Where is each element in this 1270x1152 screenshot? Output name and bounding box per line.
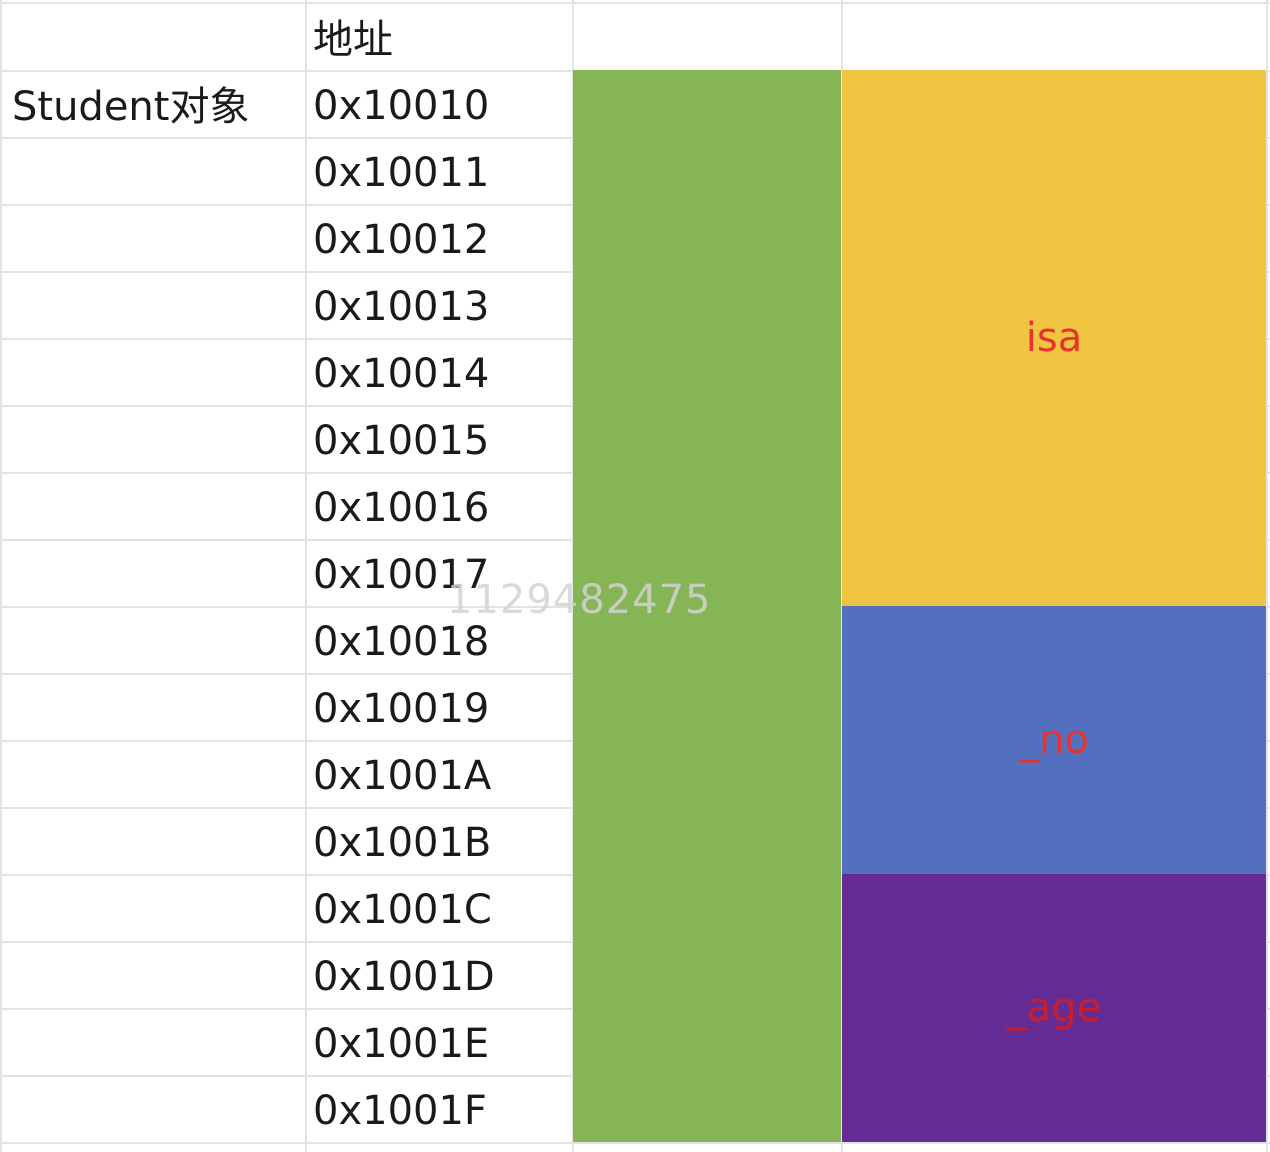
grid-row-line bbox=[0, 2, 1270, 4]
object-label: Student对象 bbox=[12, 84, 250, 130]
address-cell: 0x1001F bbox=[313, 1088, 487, 1134]
address-cell: 0x10012 bbox=[313, 217, 490, 263]
grid-row-line bbox=[0, 1142, 1270, 1144]
address-cell: 0x10016 bbox=[313, 485, 490, 531]
address-cell: 0x10015 bbox=[313, 418, 490, 464]
address-cell: 0x1001E bbox=[313, 1021, 490, 1067]
address-cell: 0x10013 bbox=[313, 284, 490, 330]
address-column-header: 地址 bbox=[313, 17, 393, 63]
field-label: _no bbox=[1019, 717, 1089, 763]
address-cell: 0x1001A bbox=[313, 753, 492, 799]
field-label: isa bbox=[1025, 315, 1083, 361]
address-cell: 0x10010 bbox=[313, 83, 490, 129]
address-cell: 0x10014 bbox=[313, 351, 490, 397]
spreadsheet: 地址 Student对象 0x10010 0x10011 0x10012 0x1001… bbox=[0, 0, 1270, 1152]
address-cell: 0x1001D bbox=[313, 954, 495, 1000]
address-cell: 0x10019 bbox=[313, 686, 490, 732]
grid-column-line bbox=[305, 0, 307, 1152]
grid-column-line bbox=[1266, 0, 1268, 1152]
watermark: 1129482475 bbox=[447, 577, 712, 623]
address-cell: 0x1001B bbox=[313, 820, 492, 866]
field-label: _age bbox=[1006, 985, 1102, 1031]
address-cell: 0x1001C bbox=[313, 887, 492, 933]
address-cell: 0x10018 bbox=[313, 619, 490, 665]
address-cell: 0x10011 bbox=[313, 150, 490, 196]
grid-column-line bbox=[0, 0, 2, 1152]
